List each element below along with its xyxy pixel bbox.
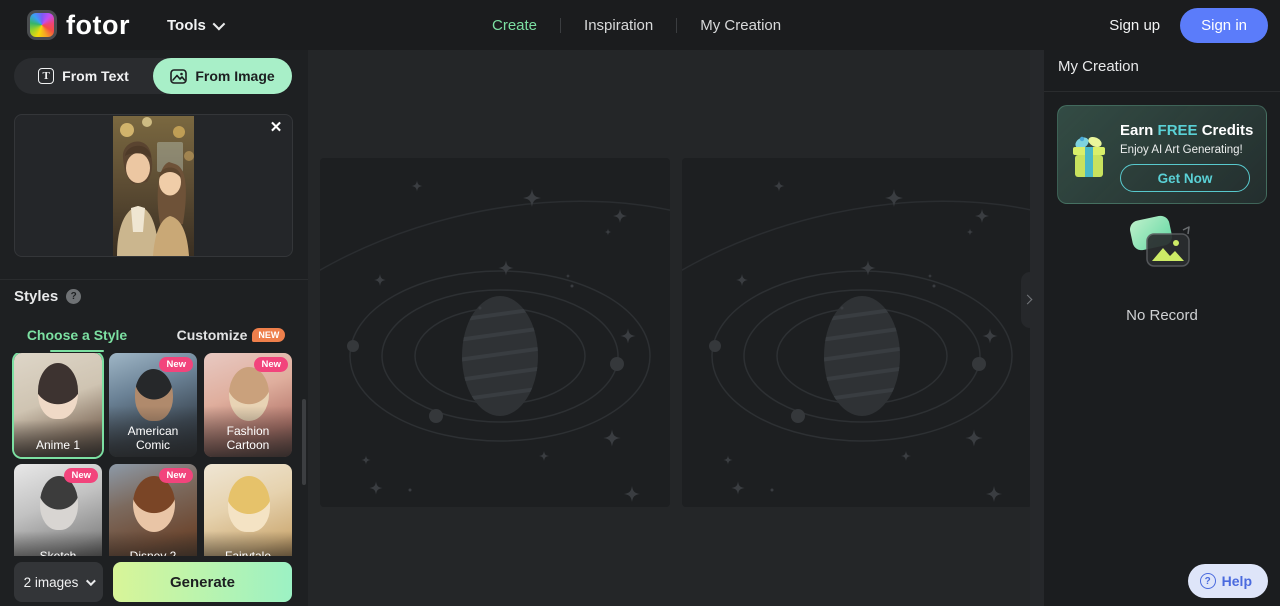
nav-my-creation[interactable]: My Creation [700, 17, 781, 34]
help-label: Help [1221, 573, 1252, 589]
top-bar: fotor Tools Create Inspiration My Creati… [0, 0, 1280, 50]
from-text-label: From Text [62, 68, 129, 84]
earn-text: Earn [1120, 122, 1154, 139]
chevron-down-icon [86, 575, 97, 586]
no-record-icon [1129, 215, 1190, 267]
uploaded-image-card: ✕ [14, 114, 293, 257]
result-placeholder-1 [320, 158, 670, 507]
tab-customize-label: Customize [176, 327, 248, 343]
no-record-label: No Record [1126, 307, 1198, 324]
section-divider [0, 279, 308, 280]
remove-image-button[interactable]: ✕ [268, 120, 284, 136]
nav-divider [676, 17, 678, 33]
tools-menu-button[interactable]: Tools [166, 16, 226, 34]
gift-icon [1073, 136, 1105, 177]
new-badge: New [254, 357, 288, 372]
chevron-right-icon [1022, 294, 1033, 305]
fotor-logo-icon[interactable] [27, 10, 57, 40]
planet-placeholder-art [682, 180, 1030, 507]
fotor-logo-text[interactable]: fotor [66, 10, 130, 41]
nav-divider [560, 17, 562, 33]
style-tile-anime-1[interactable]: Anime 1 [14, 353, 102, 457]
image-icon [170, 68, 188, 84]
style-tile-american-comic[interactable]: New American Comic [109, 353, 197, 457]
style-tile-fairytale[interactable]: Fairytale [204, 464, 292, 568]
free-text: FREE [1157, 122, 1198, 139]
style-label: American Comic [109, 406, 197, 457]
scrollbar-thumb[interactable] [302, 399, 306, 485]
styles-tabs: Choose a Style Customize NEW [0, 318, 308, 352]
chevron-down-icon [212, 17, 226, 30]
new-badge: New [159, 468, 193, 483]
generate-bar: 2 images Generate [0, 556, 308, 606]
result-canvas [308, 50, 1030, 606]
style-tile-sketch[interactable]: New Sketch [14, 464, 102, 568]
from-text-tab[interactable]: T From Text [14, 58, 153, 94]
credits-text: Credits [1201, 122, 1254, 139]
nav-inspiration[interactable]: Inspiration [584, 17, 653, 34]
tools-label: Tools [166, 16, 206, 34]
generate-button[interactable]: Generate [113, 562, 292, 602]
section-divider [1044, 91, 1280, 92]
styles-section-title: Styles [14, 288, 59, 305]
credits-card-title: Earn FREE Credits [1120, 122, 1253, 139]
nav-create[interactable]: Create [492, 17, 537, 34]
result-placeholder-2 [682, 158, 1030, 507]
planet-placeholder-art [320, 180, 670, 507]
from-image-tab[interactable]: From Image [153, 58, 292, 94]
styles-help-icon[interactable]: ? [66, 289, 82, 304]
tab-customize[interactable]: Customize NEW [154, 318, 308, 352]
source-toggle: T From Text From Image [14, 58, 292, 94]
new-badge: New [159, 357, 193, 372]
new-badge: NEW [252, 328, 286, 342]
panel-collapse-strip [1021, 50, 1044, 606]
uploaded-photo [113, 115, 194, 256]
earn-credits-card: Earn FREE Credits Enjoy AI Art Generatin… [1057, 105, 1267, 204]
sign-up-link[interactable]: Sign up [1109, 17, 1160, 34]
image-count-dropdown[interactable]: 2 images [14, 562, 103, 602]
tab-choose-label: Choose a Style [26, 327, 128, 343]
my-creation-panel: My Creation Earn FREE Credits Enjoy AI A… [1044, 50, 1280, 606]
from-image-label: From Image [195, 68, 275, 84]
image-count-value: 2 images [23, 574, 79, 590]
style-label: Anime 1 [14, 420, 102, 457]
generation-settings-panel: T From Text From Image ✕ Styles ? Choose… [0, 50, 308, 606]
style-tile-disney-2[interactable]: New Disney 2 [109, 464, 197, 568]
main-nav: Create Inspiration My Creation [492, 0, 781, 50]
new-badge: New [64, 468, 98, 483]
my-creation-title: My Creation [1058, 58, 1139, 75]
help-button[interactable]: ? Help [1187, 564, 1268, 598]
tab-choose-a-style[interactable]: Choose a Style [0, 318, 154, 352]
expand-panel-handle[interactable] [1021, 272, 1039, 328]
sign-in-button[interactable]: Sign in [1180, 7, 1268, 43]
style-label: Fashion Cartoon [204, 406, 292, 457]
get-now-button[interactable]: Get Now [1120, 164, 1250, 192]
text-icon: T [38, 68, 55, 84]
credits-card-subtitle: Enjoy AI Art Generating! [1120, 144, 1243, 156]
question-mark-icon: ? [1199, 573, 1216, 589]
style-tile-fashion-cartoon[interactable]: New Fashion Cartoon [204, 353, 292, 457]
empty-state: No Record [1044, 214, 1280, 324]
